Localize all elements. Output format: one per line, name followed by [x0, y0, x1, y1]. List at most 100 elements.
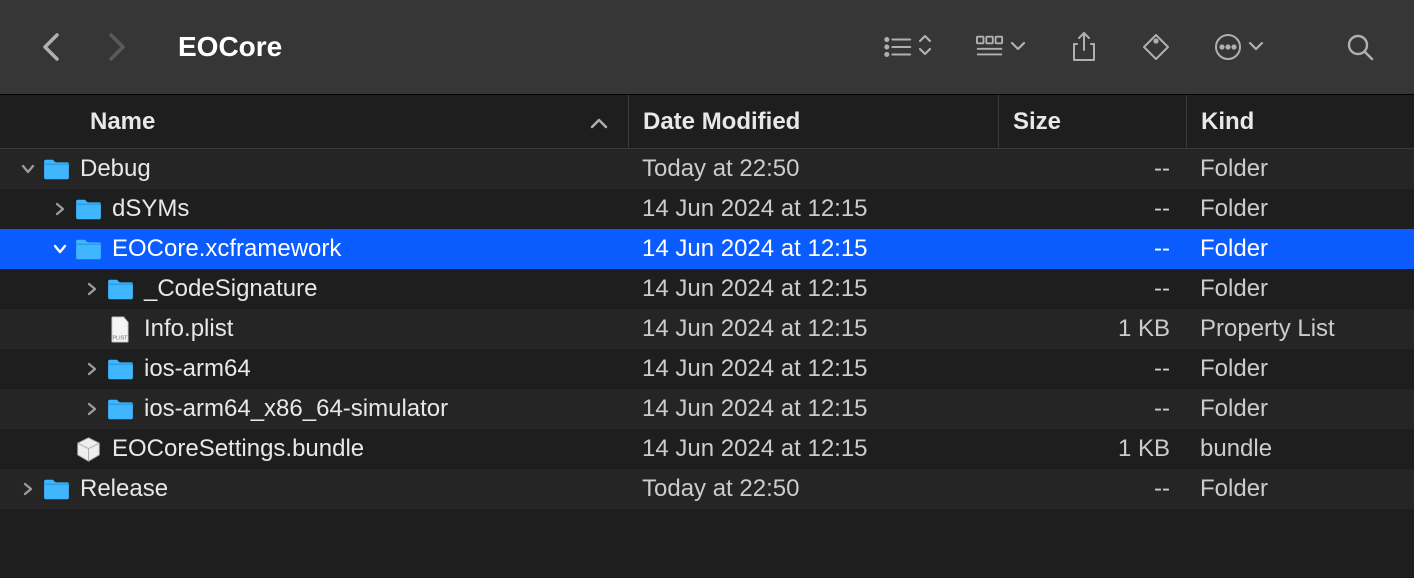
- cell-size: --: [998, 275, 1186, 303]
- cell-size: --: [998, 395, 1186, 423]
- column-header-date[interactable]: Date Modified: [628, 95, 998, 148]
- cell-date: 14 Jun 2024 at 12:15: [628, 235, 998, 263]
- file-row[interactable]: ios-arm64 14 Jun 2024 at 12:15--Folder: [0, 349, 1414, 389]
- folder-icon: [70, 238, 106, 261]
- cell-kind: Folder: [1186, 195, 1414, 223]
- cell-size: --: [998, 475, 1186, 503]
- group-button[interactable]: [976, 27, 1026, 67]
- cell-kind: Folder: [1186, 155, 1414, 183]
- cell-date: 14 Jun 2024 at 12:15: [628, 355, 998, 383]
- disclosure-triangle[interactable]: [50, 202, 70, 216]
- file-row[interactable]: Release Today at 22:50--Folder: [0, 469, 1414, 509]
- cell-size: 1 KB: [998, 435, 1186, 463]
- ellipsis-circle-icon: [1214, 33, 1242, 61]
- column-header-kind[interactable]: Kind: [1186, 95, 1414, 148]
- file-name-label: dSYMs: [112, 195, 189, 223]
- folder-icon: [102, 398, 138, 421]
- search-button[interactable]: [1346, 27, 1374, 67]
- share-icon: [1070, 33, 1098, 61]
- file-row[interactable]: _CodeSignature 14 Jun 2024 at 12:15--Fold…: [0, 269, 1414, 309]
- cell-date: 14 Jun 2024 at 12:15: [628, 275, 998, 303]
- file-row[interactable]: dSYMs 14 Jun 2024 at 12:15--Folder: [0, 189, 1414, 229]
- file-list: DebugToday at 22:50--FolderdSYMs14 Jun 2…: [0, 149, 1414, 509]
- cell-name: EOCoreSettings.bundle: [0, 435, 628, 463]
- updown-icon: [918, 33, 932, 62]
- disclosure-triangle[interactable]: [50, 244, 70, 254]
- cell-size: --: [998, 235, 1186, 263]
- cell-name: _CodeSignature: [0, 275, 628, 303]
- cell-name: ios-arm64_x86_64-simulator: [0, 395, 628, 423]
- file-name-label: EOCoreSettings.bundle: [112, 435, 364, 463]
- cell-date: 14 Jun 2024 at 12:15: [628, 315, 998, 343]
- back-button[interactable]: [40, 35, 64, 59]
- cell-name: Debug: [0, 155, 628, 183]
- tag-icon: [1142, 33, 1170, 61]
- forward-button[interactable]: [104, 35, 128, 59]
- file-name-label: ios-arm64_x86_64-simulator: [144, 395, 448, 423]
- disclosure-triangle[interactable]: [82, 282, 102, 296]
- grid-icon: [976, 33, 1004, 61]
- folder-icon: [102, 358, 138, 381]
- cell-date: Today at 22:50: [628, 155, 998, 183]
- chevron-down-icon: [1010, 38, 1026, 56]
- sort-ascending-icon: [590, 108, 608, 136]
- cell-kind: bundle: [1186, 435, 1414, 463]
- view-list-button[interactable]: [884, 27, 932, 67]
- cell-name: ios-arm64: [0, 355, 628, 383]
- cell-size: --: [998, 195, 1186, 223]
- cell-name: dSYMs: [0, 195, 628, 223]
- cell-kind: Property List: [1186, 315, 1414, 343]
- file-row[interactable]: Debug Today at 22:50--Folder: [0, 149, 1414, 189]
- cell-kind: Folder: [1186, 235, 1414, 263]
- disclosure-triangle[interactable]: [82, 362, 102, 376]
- cell-date: 14 Jun 2024 at 12:15: [628, 195, 998, 223]
- cell-date: Today at 22:50: [628, 475, 998, 503]
- chevron-down-icon: [1248, 38, 1264, 56]
- folder-icon: [102, 278, 138, 301]
- folder-icon: [38, 478, 74, 501]
- toolbar: EOCore: [0, 0, 1414, 95]
- cell-kind: Folder: [1186, 475, 1414, 503]
- cell-kind: Folder: [1186, 355, 1414, 383]
- file-row[interactable]: Info.plist 14 Jun 2024 at 12:151 KBProper…: [0, 309, 1414, 349]
- tags-button[interactable]: [1142, 27, 1170, 67]
- list-icon: [884, 33, 912, 61]
- more-button[interactable]: [1214, 27, 1264, 67]
- column-header-label: Kind: [1201, 108, 1254, 136]
- share-button[interactable]: [1070, 27, 1098, 67]
- column-header-size[interactable]: Size: [998, 95, 1186, 148]
- column-header-label: Size: [1013, 108, 1061, 136]
- folder-icon: [70, 198, 106, 221]
- disclosure-triangle[interactable]: [82, 402, 102, 416]
- file-row[interactable]: ios-arm64_x86_64-simulator 14 Jun 2024 at…: [0, 389, 1414, 429]
- search-icon: [1346, 33, 1374, 61]
- column-headers: Name Date Modified Size Kind: [0, 95, 1414, 149]
- cell-kind: Folder: [1186, 395, 1414, 423]
- cell-size: --: [998, 155, 1186, 183]
- file-name-label: Debug: [80, 155, 151, 183]
- file-name-label: EOCore.xcframework: [112, 235, 341, 263]
- cell-name: Release: [0, 475, 628, 503]
- bundle-icon: [70, 436, 106, 463]
- column-header-label: Name: [90, 108, 155, 136]
- cell-kind: Folder: [1186, 275, 1414, 303]
- cell-date: 14 Jun 2024 at 12:15: [628, 435, 998, 463]
- file-row[interactable]: EOCoreSettings.bundle 14 Jun 2024 at 12:1…: [0, 429, 1414, 469]
- cell-name: Info.plist: [0, 315, 628, 343]
- folder-icon: [38, 158, 74, 181]
- cell-size: 1 KB: [998, 315, 1186, 343]
- file-name-label: ios-arm64: [144, 355, 251, 383]
- cell-name: EOCore.xcframework: [0, 235, 628, 263]
- cell-date: 14 Jun 2024 at 12:15: [628, 395, 998, 423]
- column-header-label: Date Modified: [643, 108, 800, 136]
- file-name-label: Release: [80, 475, 168, 503]
- file-name-label: _CodeSignature: [144, 275, 317, 303]
- file-name-label: Info.plist: [144, 315, 233, 343]
- cell-size: --: [998, 355, 1186, 383]
- window-title: EOCore: [178, 31, 282, 63]
- plist-file-icon: [102, 316, 138, 343]
- disclosure-triangle[interactable]: [18, 482, 38, 496]
- file-row[interactable]: EOCore.xcframework 14 Jun 2024 at 12:15--…: [0, 229, 1414, 269]
- disclosure-triangle[interactable]: [18, 164, 38, 174]
- column-header-name[interactable]: Name: [0, 95, 628, 148]
